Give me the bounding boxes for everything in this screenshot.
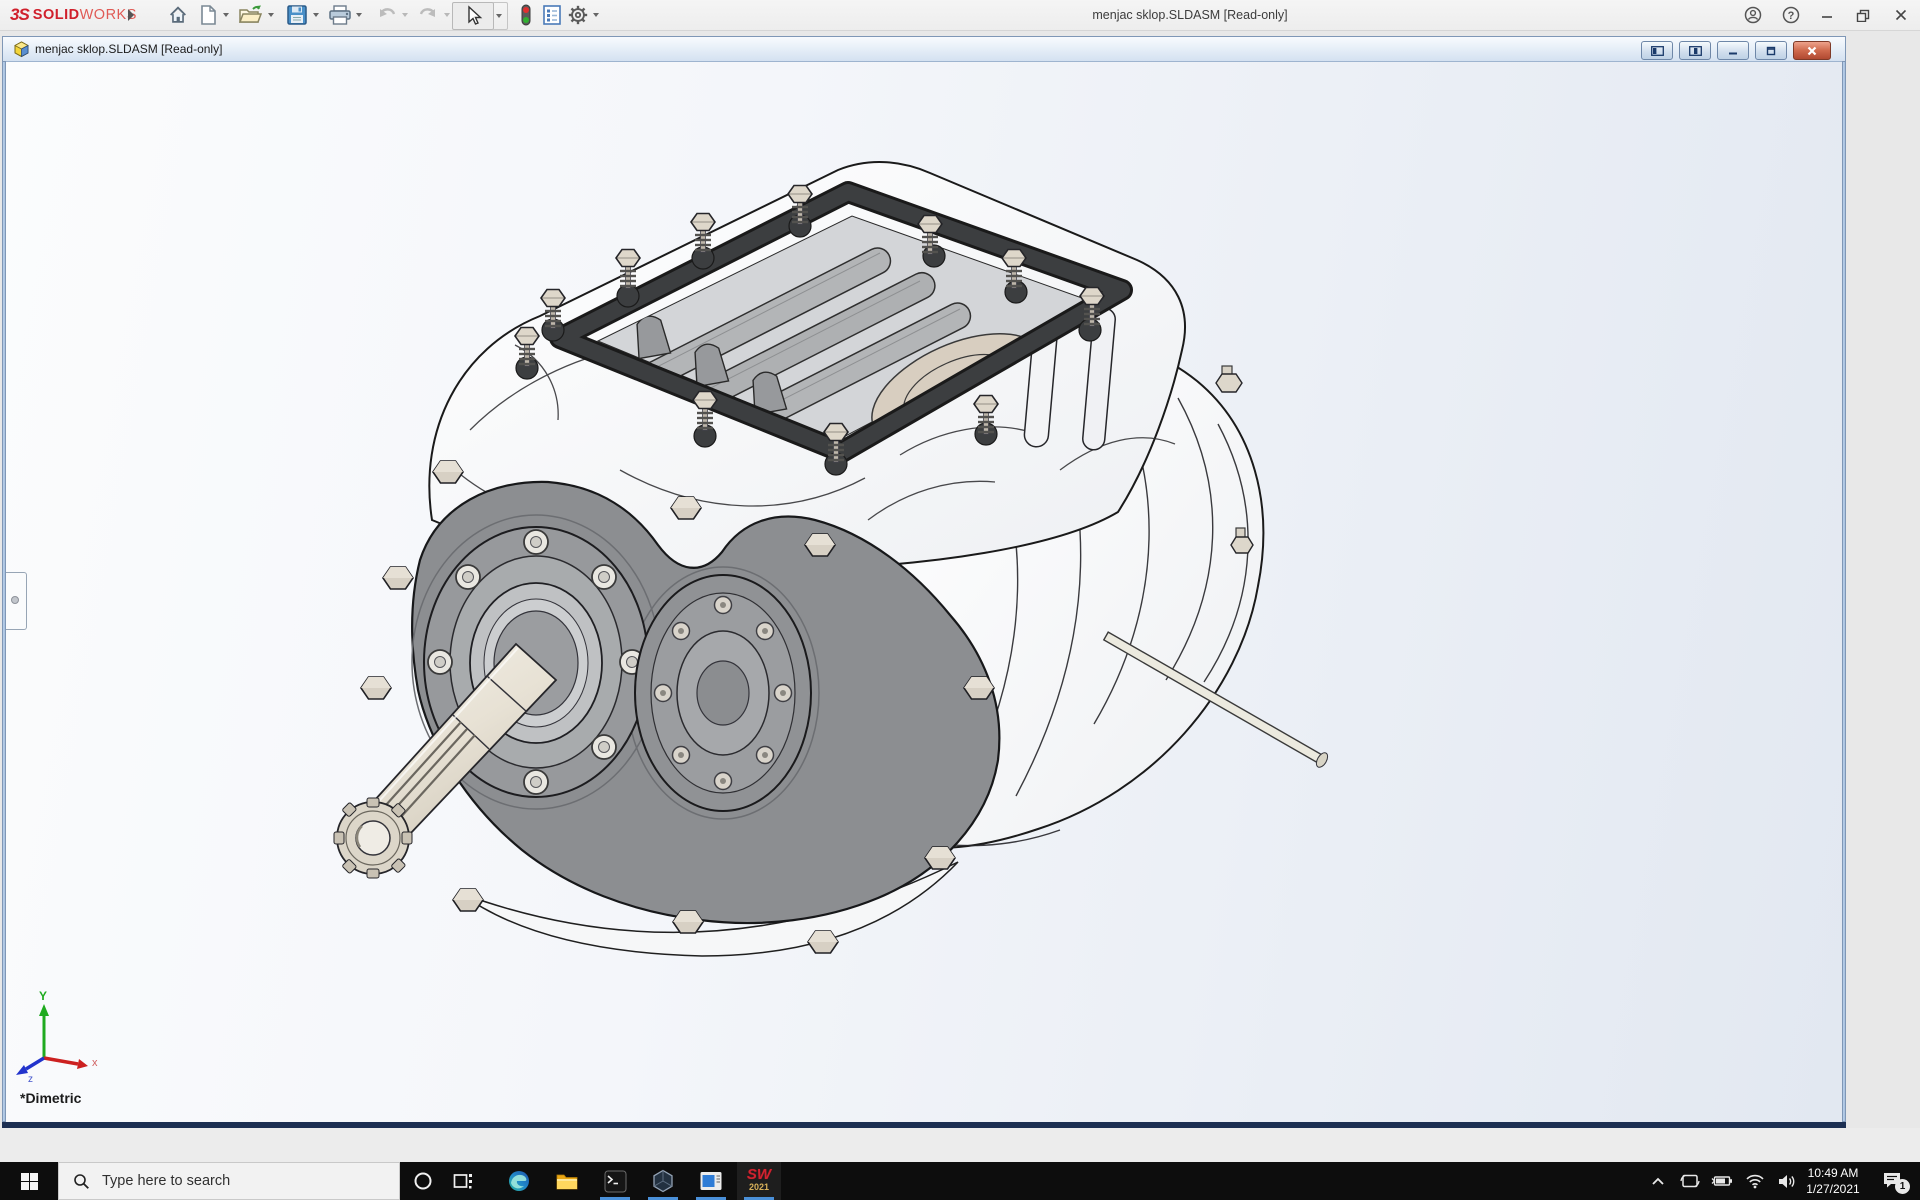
print-dropdown[interactable]: [356, 13, 362, 17]
blue-window-app-icon[interactable]: [689, 1162, 733, 1200]
clock-date: 1/27/2021: [1797, 1181, 1869, 1197]
window-border: [2, 61, 6, 1122]
tab-handle-dot: [11, 596, 19, 604]
app-title: menjac sklop.SLDASM [Read-only]: [1040, 0, 1340, 30]
undo-icon: [375, 3, 399, 27]
app-background-strip: [0, 1128, 1920, 1162]
task-view-icon[interactable]: [441, 1162, 485, 1200]
solidworks-logo: 3S SOLIDWORKS: [10, 0, 137, 30]
screen: Y x z *Dimetric 3S SOLIDWORKS: [0, 0, 1920, 1200]
file-properties-icon[interactable]: [540, 3, 564, 27]
redo-icon: [416, 3, 440, 27]
start-button[interactable]: [0, 1162, 58, 1200]
home-icon[interactable]: [166, 3, 190, 27]
triad-z-label: z: [28, 1074, 33, 1085]
taskbar-clock[interactable]: 10:49 AM 1/27/2021: [1797, 1165, 1869, 1197]
orientation-triad: Y x z: [16, 989, 98, 1085]
triad-y-label: Y: [39, 989, 47, 1003]
doc-restore-button[interactable]: [1755, 41, 1787, 60]
display-sync-icon[interactable]: [1674, 1162, 1706, 1200]
app-titlebar: 3S SOLIDWORKS: [0, 0, 1920, 31]
search-input[interactable]: [100, 1172, 354, 1190]
graphics-area[interactable]: Y x z: [0, 0, 1920, 1200]
options-gear-icon[interactable]: [566, 3, 590, 27]
document-titlebar[interactable]: menjac sklop.SLDASM [Read-only]: [2, 36, 1846, 62]
user-account-icon[interactable]: [1738, 4, 1768, 26]
doc-close-button[interactable]: [1793, 41, 1831, 60]
brand-mark: 3S: [10, 5, 29, 25]
search-icon: [73, 1173, 90, 1190]
spline-tip[interactable]: [334, 798, 412, 878]
document-title: menjac sklop.SLDASM [Read-only]: [35, 37, 222, 63]
new-document-icon[interactable]: [196, 3, 220, 27]
notification-badge: 1: [1895, 1179, 1910, 1194]
select-tool-button[interactable]: [452, 2, 494, 30]
app-close-button[interactable]: [1886, 4, 1916, 26]
save-dropdown[interactable]: [313, 13, 319, 17]
file-explorer-icon[interactable]: [545, 1162, 589, 1200]
hexagon-app-icon[interactable]: [641, 1162, 685, 1200]
tray-expand-icon[interactable]: [1642, 1162, 1674, 1200]
assembly-document-icon: [13, 41, 30, 58]
toolbar-flyout-arrow-icon[interactable]: [128, 9, 134, 21]
solidworks-taskbar-icon[interactable]: SW 2021: [737, 1162, 781, 1200]
pane-left-button[interactable]: [1641, 41, 1673, 60]
redo-dropdown: [444, 13, 450, 17]
doc-minimize-button[interactable]: [1717, 41, 1749, 60]
taskbar-search[interactable]: [58, 1162, 400, 1200]
clock-time: 10:49 AM: [1797, 1165, 1869, 1181]
app-minimize-button[interactable]: [1812, 4, 1842, 26]
open-dropdown[interactable]: [268, 13, 274, 17]
app-restore-button[interactable]: [1848, 4, 1878, 26]
svg-text:?: ?: [1788, 10, 1795, 22]
select-tool-dropdown[interactable]: [493, 2, 508, 30]
housing-stud[interactable]: [1216, 366, 1242, 392]
window-border: [1842, 61, 1846, 1122]
output-cover[interactable]: [635, 575, 811, 811]
pane-right-button[interactable]: [1679, 41, 1711, 60]
rebuild-icon[interactable]: [514, 3, 538, 27]
feature-tree-collapsed-tab[interactable]: [6, 572, 27, 630]
new-document-dropdown[interactable]: [223, 13, 229, 17]
battery-charging-icon[interactable]: [1706, 1162, 1738, 1200]
open-icon[interactable]: [238, 3, 262, 27]
action-center-icon[interactable]: 1: [1876, 1162, 1916, 1200]
options-dropdown[interactable]: [593, 13, 599, 17]
triad-x-label: x: [92, 1057, 98, 1069]
command-prompt-icon[interactable]: [593, 1162, 637, 1200]
orientation-label: *Dimetric: [20, 1090, 81, 1106]
edge-icon[interactable]: [497, 1162, 541, 1200]
print-icon[interactable]: [328, 3, 352, 27]
help-icon[interactable]: ?: [1776, 4, 1806, 26]
taskbar: SW 2021 10:49 AM 1/27/2021 1: [0, 1162, 1920, 1200]
cortana-icon[interactable]: [401, 1162, 445, 1200]
undo-dropdown: [402, 13, 408, 17]
wifi-icon[interactable]: [1739, 1162, 1771, 1200]
save-icon[interactable]: [285, 3, 309, 27]
